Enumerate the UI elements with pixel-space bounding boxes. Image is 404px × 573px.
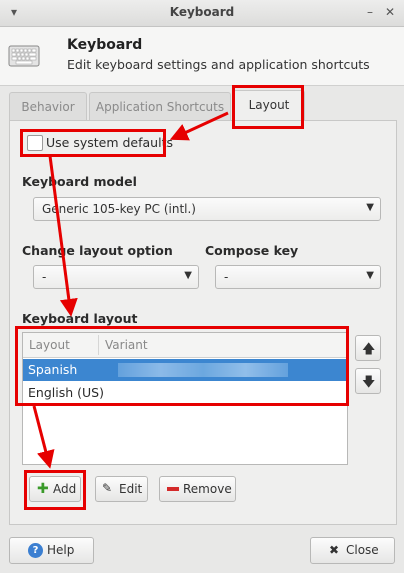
header-subtitle: Edit keyboard settings and application s… — [67, 57, 370, 72]
minimize-icon[interactable]: – — [362, 4, 378, 20]
plus-icon: ✚ — [37, 481, 49, 497]
arrow-up-icon: 🡅 — [362, 342, 376, 357]
compose-key-select[interactable]: - ▼ — [215, 265, 381, 289]
arrow-down-icon: 🡇 — [362, 375, 376, 390]
layout-name: English (US) — [28, 385, 104, 400]
column-separator — [98, 335, 99, 355]
remove-button-label: Remove — [183, 482, 232, 496]
dialog-header: Keyboard Edit keyboard settings and appl… — [0, 27, 404, 86]
variant-redacted — [118, 363, 288, 377]
close-button-label: Close — [346, 543, 379, 557]
keyboard-icon — [8, 45, 40, 67]
remove-button[interactable]: Remove — [159, 476, 236, 502]
title-bar: ▾ Keyboard – ✕ — [0, 0, 404, 27]
compose-key-label: Compose key — [205, 243, 299, 258]
list-item[interactable]: English (US) — [23, 382, 347, 404]
keyboard-model-select[interactable]: Generic 105-key PC (intl.) ▼ — [33, 197, 381, 221]
add-button[interactable]: ✚ Add — [29, 476, 81, 502]
tab-behavior[interactable]: Behavior — [9, 92, 87, 121]
close-icon: ✖ — [329, 543, 340, 557]
list-header: Layout Variant — [23, 333, 347, 358]
tab-application-shortcuts[interactable]: Application Shortcuts — [89, 92, 231, 121]
move-down-button[interactable]: 🡇 — [355, 368, 381, 394]
help-button[interactable]: ? Help — [9, 537, 94, 564]
tab-layout[interactable]: Layout — [233, 90, 305, 121]
column-header-variant[interactable]: Variant — [105, 338, 148, 352]
help-icon: ? — [28, 543, 43, 558]
edit-button[interactable]: ✎ Edit — [95, 476, 148, 502]
column-header-layout[interactable]: Layout — [29, 338, 70, 352]
help-button-label: Help — [47, 543, 75, 557]
pencil-icon: ✎ — [102, 481, 113, 495]
chevron-down-icon: ▼ — [184, 270, 192, 281]
close-window-icon[interactable]: ✕ — [382, 4, 398, 20]
chevron-down-icon: ▼ — [366, 202, 374, 213]
chevron-down-icon: ▼ — [366, 270, 374, 281]
keyboard-layout-list[interactable]: Layout Variant Spanish English (US) — [22, 332, 348, 465]
edit-button-label: Edit — [119, 482, 143, 496]
minus-icon — [167, 487, 179, 491]
add-button-label: Add — [53, 482, 77, 496]
keyboard-model-value: Generic 105-key PC (intl.) — [42, 202, 196, 216]
keyboard-model-label: Keyboard model — [22, 174, 137, 189]
keyboard-layout-label: Keyboard layout — [22, 311, 138, 326]
use-system-defaults-label[interactable]: Use system defaults — [46, 135, 173, 150]
list-item[interactable]: Spanish — [23, 359, 347, 381]
move-up-button[interactable]: 🡅 — [355, 335, 381, 361]
change-layout-option-label: Change layout option — [22, 243, 173, 258]
use-system-defaults-checkbox[interactable] — [27, 135, 43, 151]
window-title: Keyboard — [169, 5, 235, 19]
change-layout-option-select[interactable]: - ▼ — [33, 265, 199, 289]
layout-name: Spanish — [28, 362, 78, 377]
header-title: Keyboard — [67, 37, 143, 53]
change-layout-option-value: - — [42, 270, 47, 284]
close-button[interactable]: ✖ Close — [310, 537, 395, 564]
compose-key-value: - — [224, 270, 229, 284]
